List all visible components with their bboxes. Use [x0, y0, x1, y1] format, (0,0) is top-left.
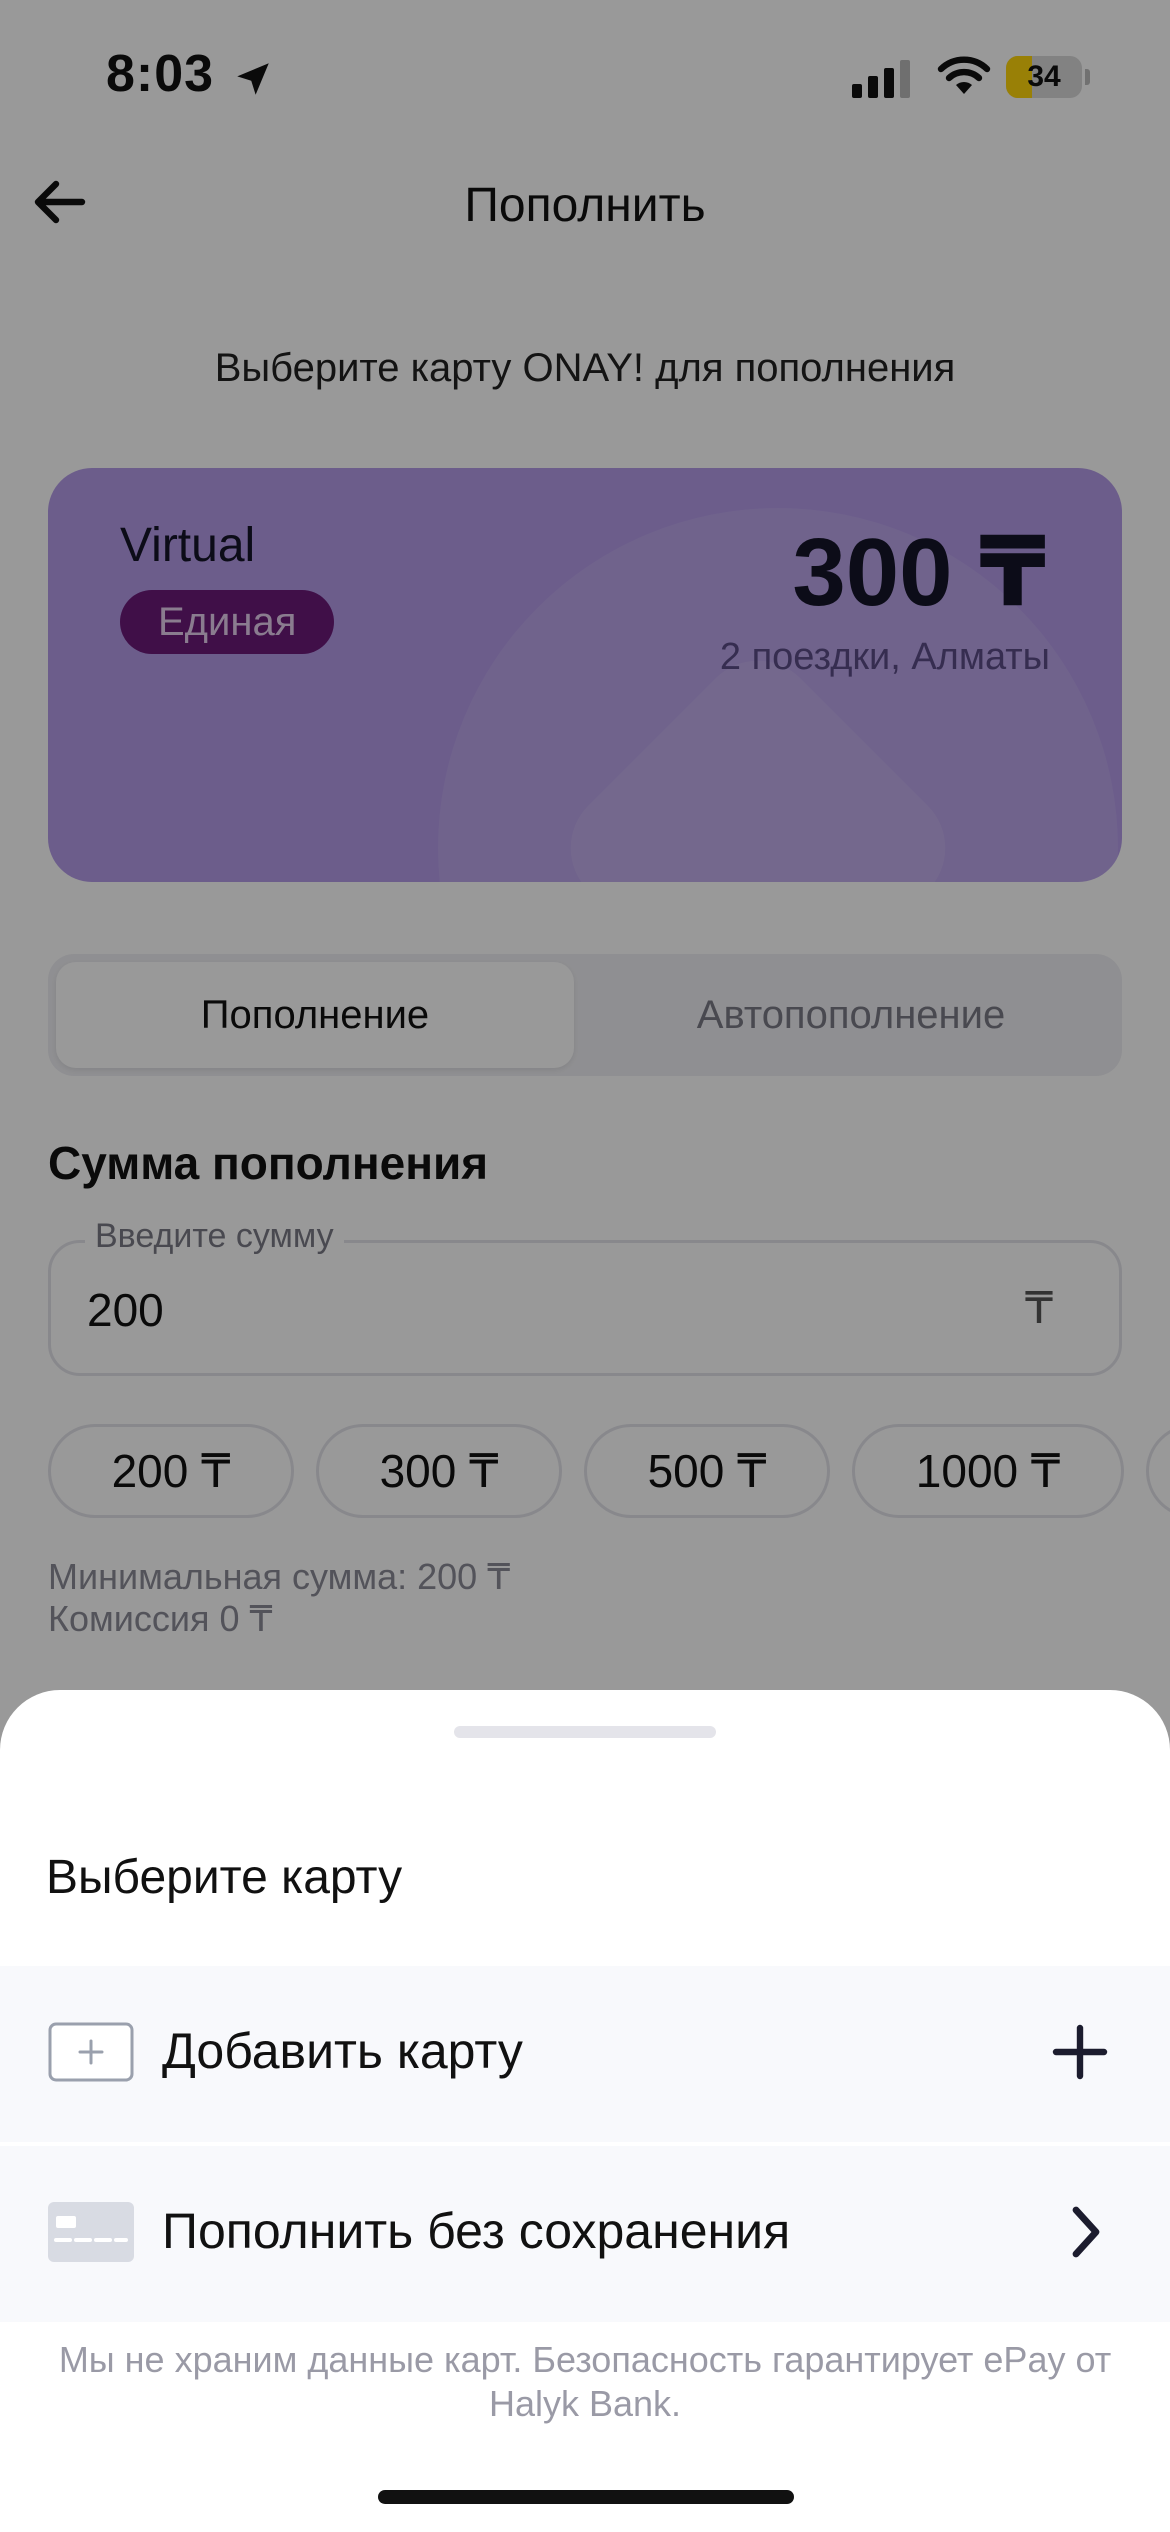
card-plus-icon: [48, 2022, 134, 2082]
plus-icon[interactable]: [1052, 2024, 1108, 2080]
select-card-sheet: Выберите карту Добавить карту Пополнить …: [0, 1690, 1170, 2532]
pay-without-saving-label: Пополнить без сохранения: [162, 2203, 791, 2259]
bank-card-icon: [48, 2202, 134, 2262]
add-card-row[interactable]: Добавить карту: [0, 1966, 1170, 2142]
chevron-right-icon[interactable]: [1066, 2204, 1106, 2260]
pay-without-saving-row[interactable]: Пополнить без сохранения: [0, 2146, 1170, 2322]
sheet-title: Выберите карту: [46, 1851, 403, 1904]
home-indicator[interactable]: [378, 2490, 794, 2504]
app-screen: 8:03 34 Пополнить Выберите карту ONAY! д…: [0, 0, 1170, 2532]
security-note: Мы не храним данные карт. Безопасность г…: [58, 2339, 1112, 2424]
add-card-label: Добавить карту: [162, 2023, 523, 2079]
sheet-drag-handle[interactable]: [454, 1726, 716, 1738]
